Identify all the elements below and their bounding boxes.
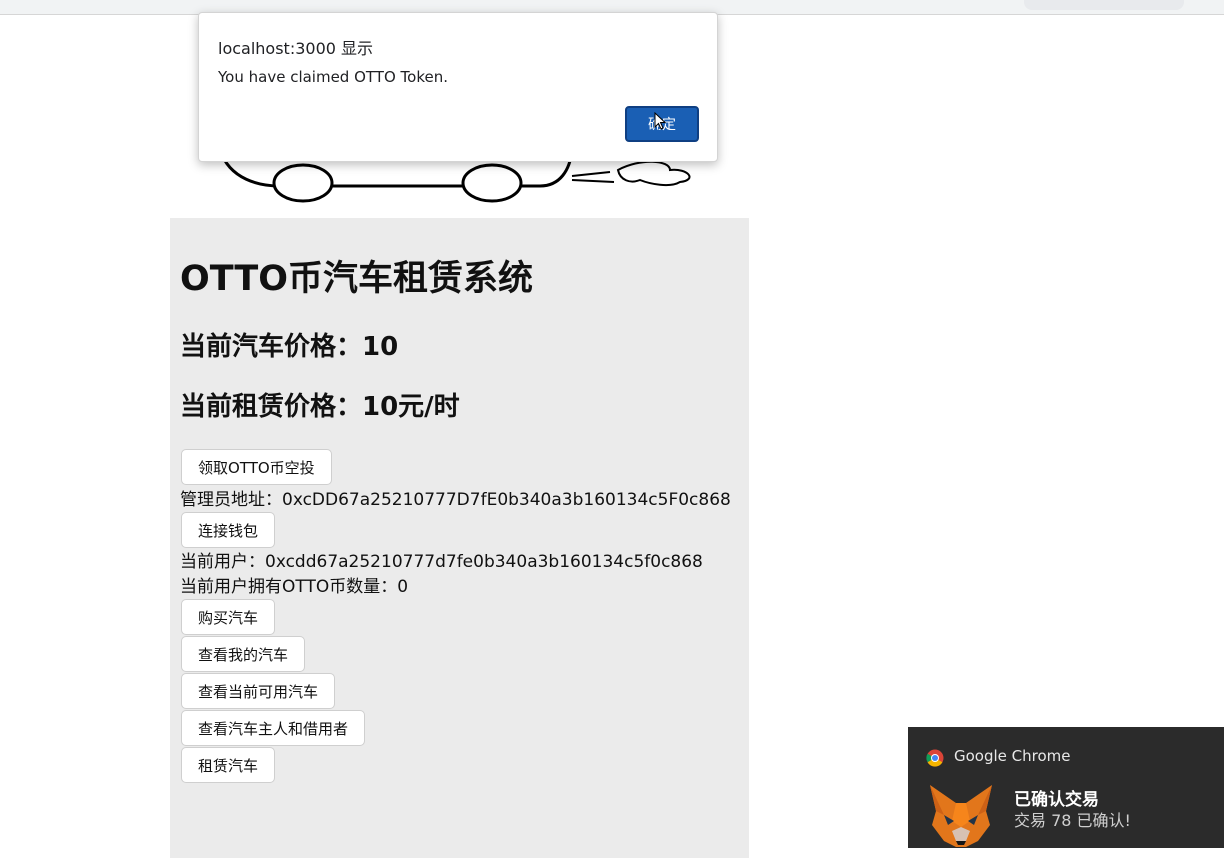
mouse-cursor-icon xyxy=(654,112,666,130)
notification-app-name: Google Chrome xyxy=(954,747,1071,765)
claim-airdrop-button[interactable]: 领取OTTO币空投 xyxy=(181,449,332,485)
page-title: OTTO币汽车租赁系统 xyxy=(180,259,534,299)
metamask-fox-icon xyxy=(930,785,992,847)
notification-body: 交易 78 已确认! xyxy=(1014,811,1131,830)
app-panel: OTTO币汽车租赁系统 当前汽车价格：10 当前租赁价格：10元/时 领取OTT… xyxy=(170,218,749,858)
car-wheel-rear xyxy=(272,163,334,203)
connect-wallet-button[interactable]: 连接钱包 xyxy=(181,512,276,548)
car-price-heading: 当前汽车价格：10 xyxy=(180,332,399,362)
chrome-icon xyxy=(926,749,944,767)
view-my-cars-button[interactable]: 查看我的汽车 xyxy=(181,636,306,672)
car-wheel-front xyxy=(461,163,523,203)
chrome-notification[interactable]: Google Chrome 已确认交易 交易 78 已确认! xyxy=(908,727,1224,848)
alert-title: localhost:3000 显示 xyxy=(218,39,374,58)
current-user-text: 当前用户：0xcdd67a25210777d7fe0b340a3b160134c… xyxy=(180,552,703,572)
alert-message: You have claimed OTTO Token. xyxy=(218,68,448,86)
view-owner-borrower-button[interactable]: 查看汽车主人和借用者 xyxy=(181,710,366,746)
rent-price-heading: 当前租赁价格：10元/时 xyxy=(180,392,460,422)
rent-car-button[interactable]: 租赁汽车 xyxy=(181,747,276,783)
buy-car-button[interactable]: 购买汽车 xyxy=(181,599,276,635)
token-balance-text: 当前用户拥有OTTO币数量：0 xyxy=(180,577,409,597)
admin-address-text: 管理员地址：0xcDD67a25210777D7fE0b340a3b160134… xyxy=(180,490,731,510)
browser-tab-edge xyxy=(1024,0,1184,10)
exhaust-cloud xyxy=(616,160,691,187)
alert-dialog: localhost:3000 显示 You have claimed OTTO … xyxy=(198,12,718,162)
view-available-cars-button[interactable]: 查看当前可用汽车 xyxy=(181,673,336,709)
